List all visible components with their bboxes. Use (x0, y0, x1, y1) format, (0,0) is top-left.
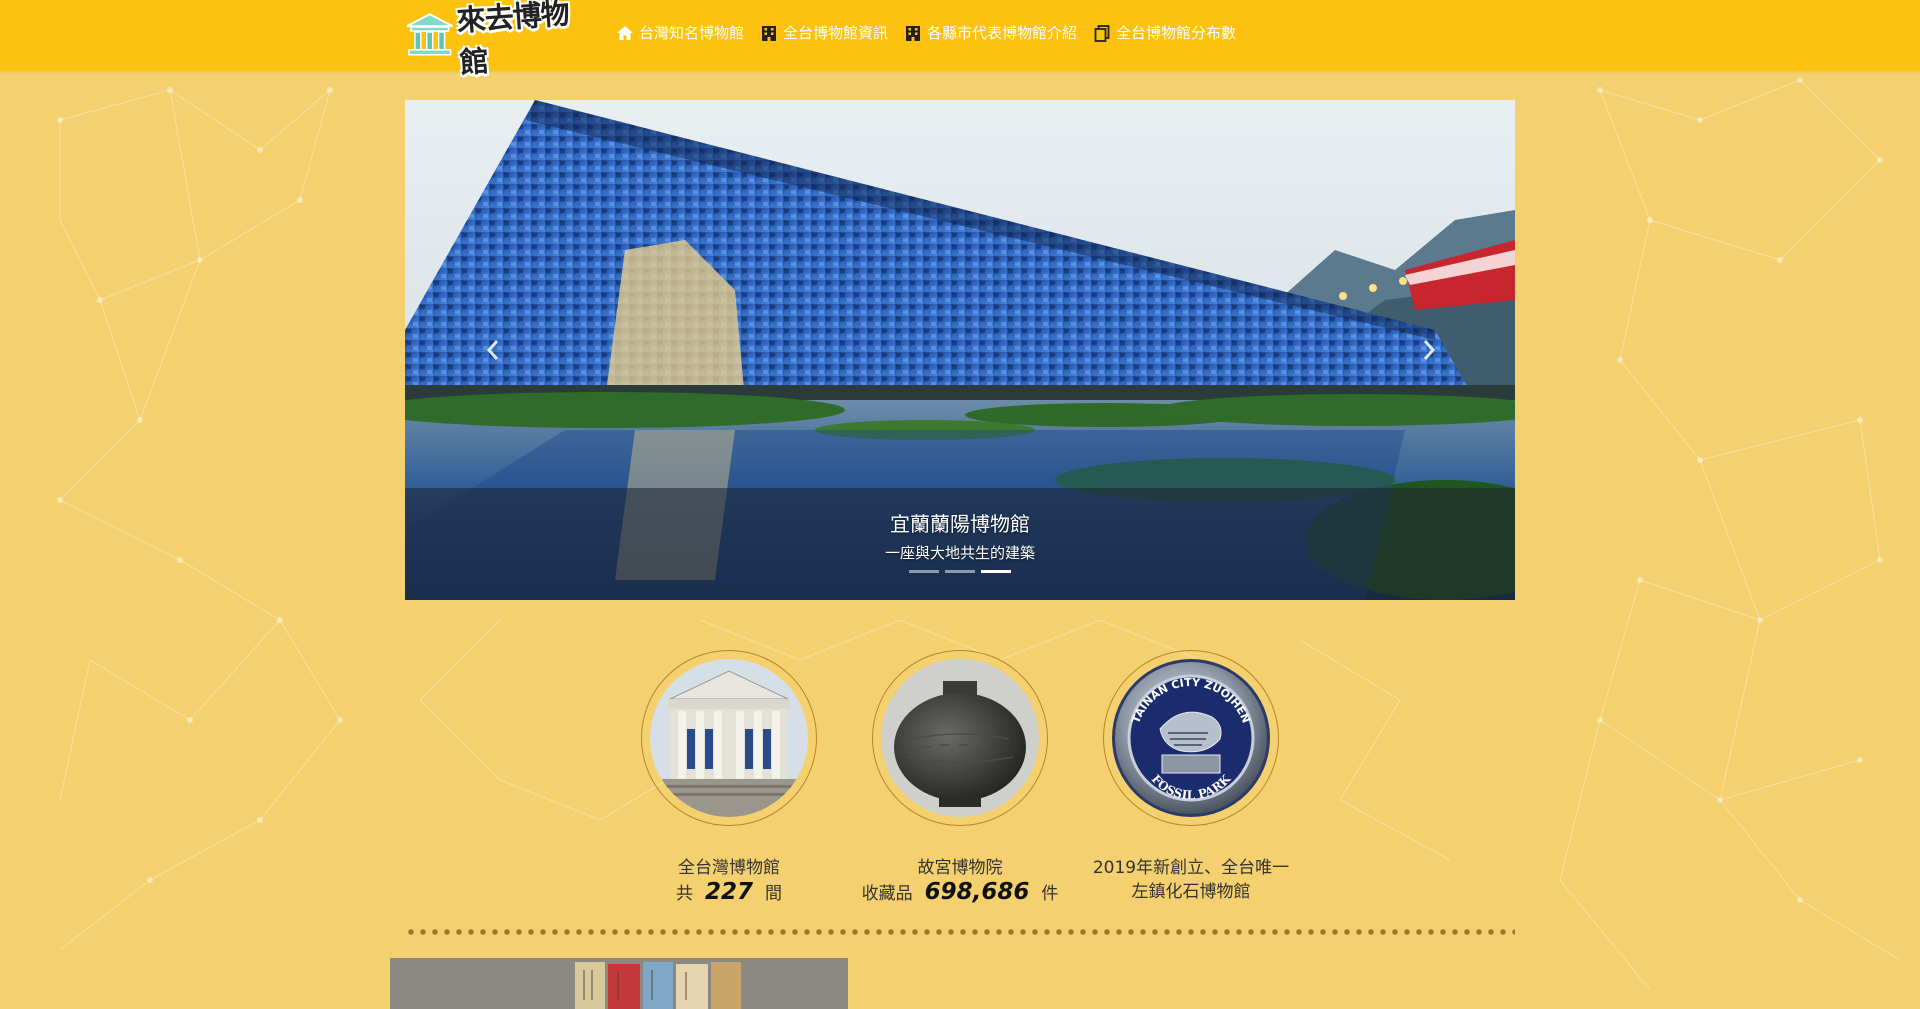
museum-logo-icon (406, 13, 453, 56)
stat-caption: 全台灣博物館 共 227 間 (619, 856, 839, 906)
stat-label: 全台灣博物館 (678, 858, 780, 878)
nav-item-label: 台灣知名博物館 (639, 24, 745, 42)
nav-item-label: 全台博物館資訊 (783, 24, 889, 42)
stat-caption: 2019年新創立、全台唯一 左鎮化石博物館 (1081, 856, 1301, 904)
copy-icon (1094, 24, 1110, 42)
stat-suffix: 件 (1041, 884, 1059, 904)
stat-number: 227 (704, 879, 753, 905)
nav-item-famous-museums[interactable]: 台灣知名博物館 (616, 22, 744, 43)
nav-item-museum-distribution[interactable]: 全台博物館分布數 (1093, 22, 1236, 43)
carousel-indicator[interactable] (945, 570, 975, 573)
stat-number: 698,686 (924, 879, 1030, 905)
top-navbar: 來去博物館 台灣知名博物館 全台博物館資訊 各縣市代表博物館介紹 全台博物館分布… (0, 0, 1920, 80)
stat-suffix: 間 (765, 884, 782, 904)
books-thumbnail[interactable] (390, 958, 848, 1009)
bronze-vessel-photo (881, 659, 1039, 817)
building-icon (762, 25, 777, 41)
stat-label: 故宮博物院 (917, 858, 1003, 878)
stat-image-frame (872, 650, 1048, 826)
stat-label: 2019年新創立、全台唯一 (1092, 858, 1290, 878)
stat-prefix: 共 (675, 884, 693, 904)
stat-prefix: 收藏品 (861, 884, 913, 904)
stat-label-secondary: 左鎮化石博物館 (1131, 882, 1251, 902)
stat-value-line: 收藏品 698,686 件 (850, 880, 1070, 906)
carousel-next-button[interactable] (1409, 330, 1449, 370)
carousel-indicator-active[interactable] (981, 570, 1011, 573)
chevron-left-icon (486, 340, 499, 360)
nav-item-county-museums[interactable]: 各縣市代表博物館介紹 (904, 22, 1077, 43)
site-logo[interactable]: 來去博物館 (405, 0, 597, 80)
nav-item-label: 全台博物館分布數 (1116, 24, 1237, 42)
nav-item-museum-info[interactable]: 全台博物館資訊 (760, 22, 888, 43)
carousel-caption-title: 宜蘭蘭陽博物館 (890, 512, 1030, 536)
home-icon (617, 25, 633, 40)
building-icon (906, 25, 921, 41)
hero-carousel[interactable]: 宜蘭蘭陽博物館 一座與大地共生的建築 (405, 100, 1515, 600)
chevron-right-icon (1423, 340, 1436, 360)
carousel-caption-subtitle: 一座與大地共生的建築 (884, 544, 1035, 562)
main-nav: 台灣知名博物館 全台博物館資訊 各縣市代表博物館介紹 全台博物館分布數 (616, 22, 1236, 43)
stat-image-frame: TAINAN CITY ZUOJHEN FOSSIL PARK (1103, 650, 1279, 826)
stat-caption: 故宮博物院 收藏品 698,686 件 (850, 856, 1070, 906)
fossil-park-coin-photo: TAINAN CITY ZUOJHEN FOSSIL PARK (1112, 659, 1270, 817)
logo-text: 來去博物館 (456, 0, 571, 80)
carousel-prev-button[interactable] (473, 330, 513, 370)
nav-item-label: 各縣市代表博物館介紹 (927, 24, 1078, 42)
stat-value-line: 共 227 間 (619, 880, 839, 906)
museum-building-photo (650, 659, 808, 817)
dotted-divider (405, 929, 1515, 935)
stat-image-frame (641, 650, 817, 826)
books-photo (390, 958, 848, 1009)
carousel-indicators (909, 570, 1011, 573)
carousel-indicator[interactable] (909, 570, 939, 573)
